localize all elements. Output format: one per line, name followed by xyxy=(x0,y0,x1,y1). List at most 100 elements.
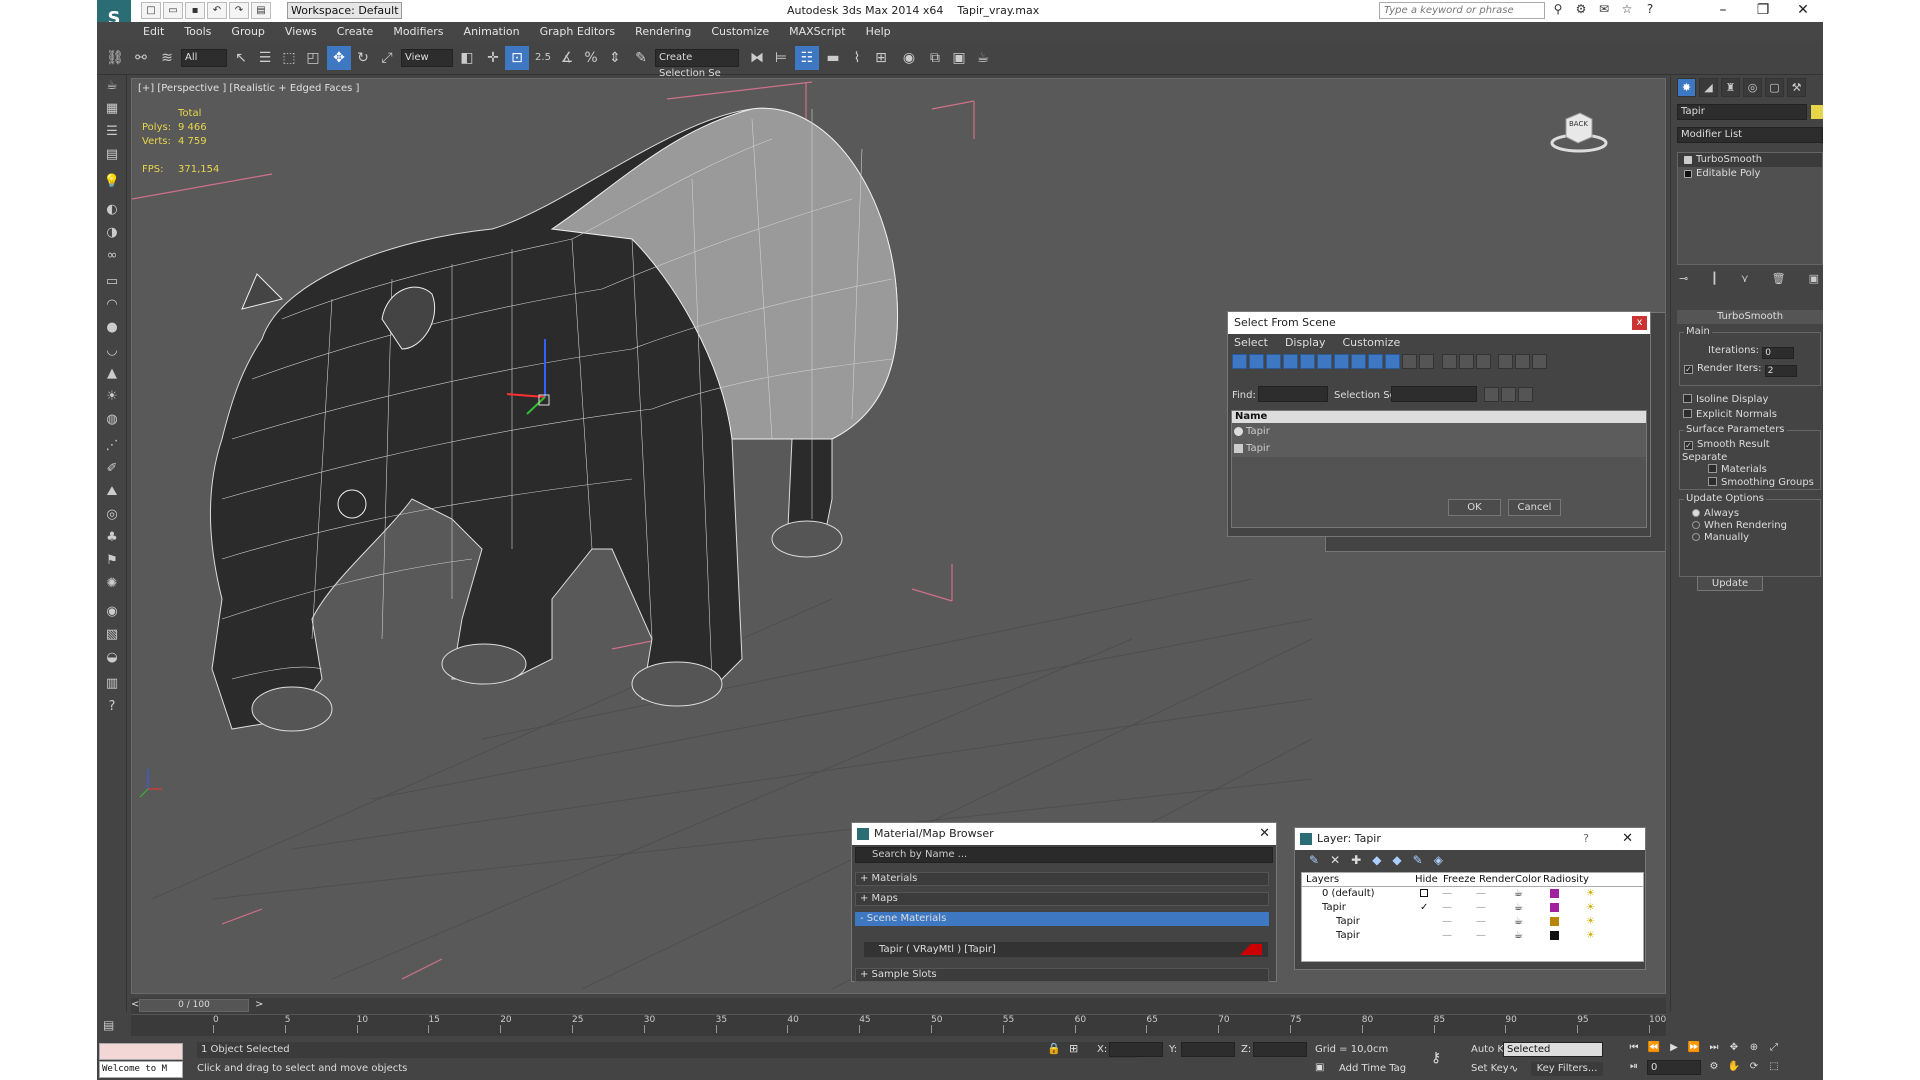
go-to-end-icon[interactable]: ⏭ xyxy=(1707,1041,1721,1055)
align-icon[interactable]: ⊨ xyxy=(769,46,793,70)
binoculars-icon[interactable]: ⚲ xyxy=(1549,2,1567,19)
stack-item-turbosmooth[interactable]: TurboSmooth xyxy=(1678,153,1822,167)
fx-icon[interactable]: ✺ xyxy=(101,573,123,595)
key-mode-dropdown[interactable]: Selected xyxy=(1503,1042,1603,1057)
menu-animation[interactable]: Animation xyxy=(464,22,520,41)
maxscript-listener-input[interactable] xyxy=(99,1043,183,1060)
name-column-header[interactable]: Name xyxy=(1232,411,1646,423)
groups-filter-icon[interactable] xyxy=(1334,354,1349,369)
sphere-blue-icon[interactable]: ◉ xyxy=(101,601,123,623)
cancel-button[interactable]: Cancel xyxy=(1508,499,1561,516)
display-tab-icon[interactable]: ▢ xyxy=(1765,78,1784,97)
render-teapot-icon[interactable]: ☕ xyxy=(1514,887,1523,901)
mini-curve-editor-icon[interactable]: ▤ xyxy=(103,1018,114,1032)
spinner-snap-icon[interactable]: ⇕ xyxy=(603,46,627,70)
hide-toggle[interactable]: — xyxy=(1442,929,1452,943)
schematic-view-icon[interactable]: ⊞ xyxy=(869,46,893,70)
ok-button[interactable]: OK xyxy=(1448,499,1501,516)
ribbon-icon[interactable]: ▬ xyxy=(821,46,845,70)
project-folder-icon[interactable]: ▤ xyxy=(251,2,271,19)
workspace-dropdown[interactable]: Workspace: Default xyxy=(287,2,402,19)
menu-customize[interactable]: Customize xyxy=(711,22,769,41)
stack-item-editable-poly[interactable]: Editable Poly xyxy=(1678,167,1822,181)
open-file-icon[interactable]: ▭ xyxy=(163,2,183,19)
set-key-icon[interactable]: ⚷ xyxy=(1431,1050,1441,1066)
add-time-tag[interactable]: Add Time Tag xyxy=(1339,1062,1406,1076)
time-slider[interactable]: 0 / 100 xyxy=(139,999,249,1012)
orbit-icon[interactable]: ⟳ xyxy=(1747,1060,1761,1074)
current-layer-checkbox[interactable] xyxy=(1420,889,1428,897)
box-icon[interactable]: ▭ xyxy=(101,271,123,293)
hierarchy-tab-icon[interactable]: ♜ xyxy=(1721,78,1740,97)
zoom-extents-icon[interactable]: ⤢ xyxy=(1767,1041,1781,1055)
plant-icon[interactable]: ♣ xyxy=(101,527,123,549)
new-layer-icon[interactable]: ✎ xyxy=(1309,853,1319,867)
go-to-start-icon[interactable]: ⏮ xyxy=(1627,1041,1641,1055)
save-icon[interactable]: ▪ xyxy=(185,2,205,19)
select-in-layer-icon[interactable]: ◆ xyxy=(1372,853,1381,867)
highlight-layer-icon[interactable]: ◆ xyxy=(1392,853,1401,867)
bulb-icon[interactable] xyxy=(1684,156,1692,164)
redo-icon[interactable]: ↷ xyxy=(229,2,249,19)
dependencies-icon[interactable] xyxy=(1532,354,1547,369)
bind-spacewarp-icon[interactable]: ≋ xyxy=(155,46,179,70)
timeline-ruler[interactable]: ▤ 0 5 10 15 20 25 30 35 40 45 50 55 60 65 70 75 80 85 90 95… xyxy=(103,1014,1666,1036)
close-button[interactable]: ✕ xyxy=(1783,0,1823,22)
freeze-toggle[interactable]: — xyxy=(1476,915,1486,929)
search-input[interactable]: Type a keyword or phrase xyxy=(1379,2,1545,19)
camera-icon[interactable]: ◐ xyxy=(101,199,123,221)
table-icon[interactable]: ▤ xyxy=(101,144,123,166)
filter-icon[interactable] xyxy=(1498,354,1513,369)
shapes-filter-icon[interactable] xyxy=(1249,354,1264,369)
utilities-tab-icon[interactable]: ⚒ xyxy=(1787,78,1806,97)
sample-slots-category[interactable]: + Sample Slots xyxy=(855,968,1269,982)
turbosmooth-rollout-header[interactable]: TurboSmooth xyxy=(1677,310,1823,324)
hf-icon[interactable]: ⚑ xyxy=(101,550,123,572)
cone-icon[interactable]: ▲ xyxy=(101,363,123,385)
globe-icon[interactable]: ◎ xyxy=(101,504,123,526)
undo-icon[interactable]: ↶ xyxy=(207,2,227,19)
menu-views[interactable]: Views xyxy=(285,22,317,41)
scale-icon[interactable]: ⤢ xyxy=(375,46,399,70)
material-editor-icon[interactable]: ◉ xyxy=(897,46,921,70)
dome-icon[interactable]: ◠ xyxy=(101,294,123,316)
snap-toggle-icon[interactable]: 2.5 xyxy=(531,46,555,70)
rect-selection-icon[interactable]: ⬚ xyxy=(277,46,301,70)
materials-category[interactable]: + Materials xyxy=(855,872,1269,886)
when-rendering-radio[interactable] xyxy=(1692,521,1700,529)
speaker-icon[interactable]: ◑ xyxy=(101,222,123,244)
remove-modifier-icon[interactable]: 🗑 xyxy=(1772,272,1786,285)
menu-tools[interactable]: Tools xyxy=(184,22,211,41)
xrefs-filter-icon[interactable] xyxy=(1351,354,1366,369)
isoline-checkbox[interactable] xyxy=(1683,394,1692,403)
select-all-icon[interactable] xyxy=(1442,354,1457,369)
material-search-input[interactable]: Search by Name ... xyxy=(855,847,1273,863)
modifier-list-dropdown[interactable]: Modifier List xyxy=(1677,127,1823,143)
configure-sets-icon[interactable]: ▣ xyxy=(1809,272,1819,285)
hide-all-icon[interactable]: ✎ xyxy=(1413,853,1423,867)
maxscript-output[interactable]: Welcome to M xyxy=(99,1061,183,1078)
helpers-filter-icon[interactable] xyxy=(1300,354,1315,369)
play-icon[interactable]: ▶ xyxy=(1667,1041,1681,1055)
rotate-icon[interactable]: ↻ xyxy=(351,46,375,70)
menu-customize[interactable]: Customize xyxy=(1342,334,1400,352)
edit-named-sets-icon[interactable]: ✎ xyxy=(629,46,653,70)
render-iters-checkbox[interactable]: ✓ xyxy=(1684,365,1693,374)
remove-set-icon[interactable] xyxy=(1501,387,1516,402)
utility-icon[interactable]: ▥ xyxy=(101,673,123,695)
viewport-label[interactable]: [+] [Perspective ] [Realistic + Edged Fa… xyxy=(138,83,359,94)
make-unique-icon[interactable]: ⋎ xyxy=(1741,272,1749,285)
hemisphere-icon[interactable]: ◡ xyxy=(101,340,123,362)
grid-icon[interactable]: ⋰ xyxy=(101,435,123,457)
update-button[interactable]: Update xyxy=(1697,576,1763,591)
freeze-toggle[interactable]: — xyxy=(1476,929,1486,943)
layer-color-swatch[interactable] xyxy=(1550,917,1559,926)
hide-toggle[interactable]: — xyxy=(1442,901,1452,915)
key-mode-toggle-icon[interactable]: ⏯ xyxy=(1627,1060,1641,1074)
selection-filter-dropdown[interactable]: All xyxy=(181,49,227,67)
time-config-icon[interactable]: ⚙ xyxy=(1707,1060,1721,1074)
minimize-button[interactable]: – xyxy=(1703,0,1743,22)
scene-materials-category[interactable]: - Scene Materials xyxy=(855,912,1269,926)
explicit-normals-checkbox[interactable] xyxy=(1683,409,1692,418)
menu-edit[interactable]: Edit xyxy=(143,22,164,41)
